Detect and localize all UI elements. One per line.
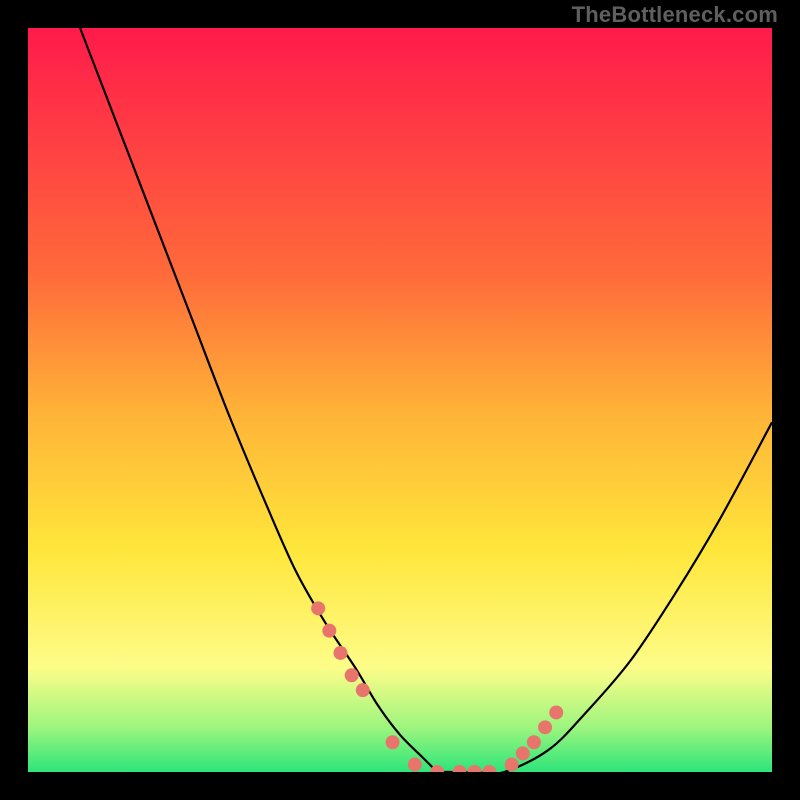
highlight-dot bbox=[356, 683, 370, 697]
highlight-dot bbox=[311, 601, 325, 615]
chart-svg bbox=[28, 28, 772, 772]
highlight-dot bbox=[345, 668, 359, 682]
frame: TheBottleneck.com bbox=[0, 0, 800, 800]
highlight-dot bbox=[333, 646, 347, 660]
highlight-dot bbox=[549, 705, 563, 719]
highlight-dot bbox=[538, 720, 552, 734]
highlight-dot bbox=[527, 735, 541, 749]
highlight-dot bbox=[322, 624, 336, 638]
highlight-dot bbox=[505, 758, 519, 772]
highlight-dot bbox=[516, 746, 530, 760]
watermark-text: TheBottleneck.com bbox=[572, 2, 778, 28]
highlight-dot bbox=[408, 758, 422, 772]
chart-plot bbox=[28, 28, 772, 772]
gradient-backdrop bbox=[28, 28, 772, 772]
highlight-dot bbox=[386, 735, 400, 749]
